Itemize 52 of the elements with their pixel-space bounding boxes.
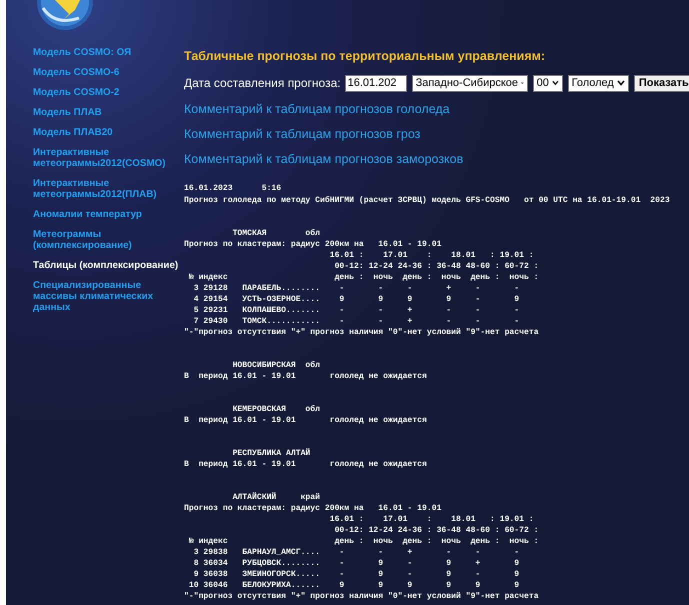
- page-heading: Табличные прогнозы по территориальным управлениям:: [184, 48, 546, 64]
- report-line: 7 29430 ТОМСК........... - - + - - -: [192, 316, 520, 327]
- phenomenon-dropdown[interactable]: Гололед: [568, 74, 629, 92]
- chevron-down-icon: [616, 80, 625, 86]
- report-line: НОВОСИБИРСКАЯ обл: [232, 360, 320, 371]
- report-line: 3 29128 ПАРАБЕЛЬ........ - - - + - -: [192, 283, 520, 294]
- report-line: 8 36034 РУБЦОВСК........ - 9 - 9 + 9: [192, 558, 520, 569]
- sidebar-link[interactable]: Модель ПЛАВ20: [33, 127, 179, 138]
- report-line: 10 36046 БЕЛОКУРИХА...... 9 9 9 9 9 9: [188, 580, 520, 591]
- report-line: 16.01.2023 5:16: [184, 183, 282, 195]
- sidebar-link[interactable]: Интерактивные метеограммы2012(COSMO): [33, 147, 179, 169]
- report-line: 4 29154 УСТЬ-ОЗЕРНОЕ.... 9 9 9 9 - 9: [192, 294, 520, 305]
- report-line: № индекс день : ночь день : ночь день : ночь :: [188, 272, 539, 283]
- report-line: Прогноз по кластерам: радиус 200км на 16.01 - 19.01: [184, 239, 442, 250]
- sidebar-link[interactable]: Модель COSMO-6: [33, 67, 179, 78]
- sidebar-link[interactable]: Метеограммы (комплексирование): [33, 229, 179, 251]
- show-button[interactable]: Показать: [634, 74, 689, 92]
- comment-link[interactable]: Комментарий к таблицам прогнозов заморозков: [184, 151, 689, 167]
- report-line: "-"прогноз отсутствия "+" прогноз наличия "0"-нет условий "9"-нет расчета: [184, 591, 539, 602]
- report-line: В период 16.01 - 19.01 гололед не ожидается: [184, 459, 427, 470]
- globe-logo: [35, 0, 95, 32]
- sidebar-link[interactable]: Модель ПЛАВ: [33, 107, 179, 118]
- sidebar-link[interactable]: Модель COSMO: ОЯ: [33, 47, 179, 58]
- report-line: "-"прогноз отсутствия "+" прогноз наличия "0"-нет условий "9"-нет расчета: [184, 327, 539, 338]
- report-line: 5 29231 КОЛПАШЕВО....... - - + - - -: [192, 305, 520, 316]
- hour-dropdown[interactable]: 00: [532, 74, 563, 92]
- region-dropdown[interactable]: Западно-Сибирское: [412, 74, 528, 92]
- report-line: РЕСПУБЛИКА АЛТАЙ: [232, 448, 310, 459]
- report-line: 9 36038 ЗМЕИНОГОРСК..... - 9 - 9 - 9: [192, 569, 520, 580]
- report-line: ТОМСКАЯ обл: [232, 228, 320, 239]
- report-line: Прогноз по кластерам: радиус 200км на 16.01 - 19.01: [184, 503, 442, 514]
- date-label: Дата составления прогноза:: [184, 76, 341, 90]
- report-line: 3 29838 БАРНАУЛ_АМСГ.... - - + - - -: [192, 547, 520, 558]
- comment-link[interactable]: Комментарий к таблицам прогнозов гололеда: [184, 101, 689, 117]
- report-line: 00-12: 12-24 24-36 : 36-48 48-60 : 60-72 :: [334, 525, 539, 536]
- report-line: АЛТАЙСКИЙ край: [232, 492, 320, 503]
- report-line: Прогноз гололеда по методу СибНИГМИ (расчет ЗСРВЦ) модель GFS-COSMO от 00 UTC на 16.01-19.01 2023: [184, 195, 670, 207]
- date-field[interactable]: 16.01.202: [344, 74, 407, 92]
- report-line: № индекс день : ночь день : ночь день : ночь :: [188, 536, 539, 547]
- report-line: КЕМЕРОВСКАЯ обл: [232, 404, 320, 415]
- sidebar-link[interactable]: Модель COSMO-2: [33, 87, 179, 98]
- report-line: 16.01 : 17.01 : 18.01 : 19.01 :: [328, 250, 534, 261]
- report-line: В период 16.01 - 19.01 гололед не ожидается: [184, 415, 427, 426]
- chevron-down-icon: [552, 80, 559, 86]
- sidebar-link[interactable]: Специализированные массивы климатических данных: [33, 280, 179, 313]
- report-line: 16.01 : 17.01 : 18.01 : 19.01 :: [328, 514, 534, 525]
- report-line: 00-12: 12-24 24-36 : 36-48 48-60 : 60-72 :: [334, 261, 539, 272]
- sidebar-link[interactable]: Таблицы (комплексирование): [33, 260, 179, 271]
- report-line: В период 16.01 - 19.01 гололед не ожидается: [184, 371, 427, 382]
- comment-link[interactable]: Комментарий к таблицам прогнозов гроз: [184, 126, 689, 142]
- sidebar-link[interactable]: Интерактивные метеограммы2012(ПЛАВ): [33, 178, 179, 200]
- sidebar-link[interactable]: Аномалии температур: [33, 209, 179, 220]
